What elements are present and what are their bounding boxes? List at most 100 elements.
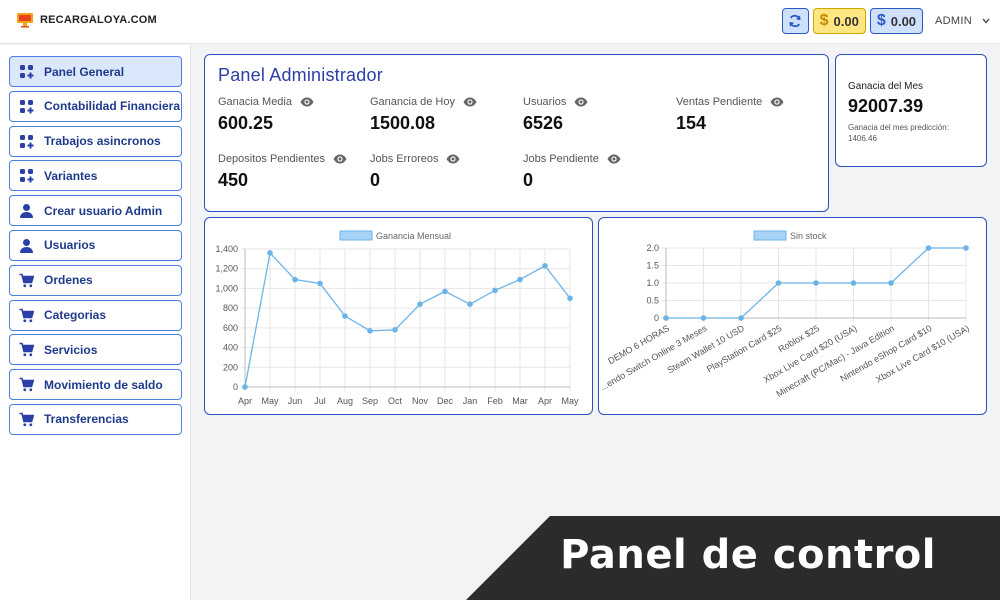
stat-label-text: Ganancia de Hoy	[370, 96, 455, 108]
stat-depositos-pendientes: Depositos Pendientes 450	[218, 153, 368, 191]
legend-label: Ganancia Mensual	[376, 231, 451, 241]
data-point	[888, 280, 894, 286]
x-tick-label: May	[561, 396, 579, 406]
x-tick-label: Sep	[362, 396, 378, 406]
logo-icon	[17, 13, 33, 28]
x-tick-label: Oct	[388, 396, 403, 406]
grid-plus-icon	[19, 168, 34, 183]
balance-amount: 0.00	[890, 13, 917, 29]
stat-value: 154	[676, 113, 707, 133]
sidebar-item-usuarios[interactable]: Usuarios	[9, 229, 182, 261]
stat-label: Jobs Erroreos	[370, 153, 520, 165]
sidebar-item-crear-usuario-admin[interactable]: Crear usuario Admin	[9, 195, 182, 227]
brand-logo[interactable]: RECARGALOYA.COM	[16, 12, 157, 28]
cart-icon	[19, 412, 34, 427]
data-point	[963, 245, 969, 251]
sidebar-item-contabilidad-financiera[interactable]: Contabilidad Financiera	[9, 90, 182, 122]
stat-label-text: Jobs Erroreos	[370, 153, 439, 165]
sidebar-item-label: Ordenes	[44, 273, 93, 288]
legend-label: Sin stock	[790, 231, 827, 241]
sidebar-item-label: Usuarios	[44, 238, 96, 253]
eye-icon[interactable]	[770, 97, 784, 107]
data-point	[417, 301, 423, 307]
legend-swatch	[753, 230, 787, 241]
y-tick-label: 2.0	[646, 243, 659, 253]
legend-swatch	[339, 230, 373, 241]
eye-icon[interactable]	[463, 97, 477, 107]
sidebar-item-panel-general[interactable]: Panel General	[9, 56, 182, 87]
y-tick-label: 200	[223, 362, 238, 372]
data-point	[317, 280, 323, 287]
sidebar-item-label: Panel General	[44, 64, 125, 79]
x-tick-label: Mar	[512, 396, 528, 406]
y-tick-label: 800	[223, 303, 238, 313]
data-point	[663, 315, 669, 321]
stat-value: 1500.08	[370, 113, 436, 133]
page-title: Panel Administrador	[218, 65, 383, 85]
eye-icon[interactable]	[333, 154, 347, 164]
stat-usuarios: Usuarios 6526	[523, 96, 673, 134]
data-point	[925, 245, 932, 251]
stat-label-text: Usuarios	[523, 96, 567, 108]
sidebar-item-label: Categorias	[44, 308, 107, 323]
data-point	[738, 315, 744, 321]
sidebar-item-label: Variantes	[44, 168, 98, 183]
balance-badge-primary[interactable]: $ 0.00	[812, 8, 866, 34]
sidebar-item-servicios[interactable]: Servicios	[9, 334, 182, 366]
data-point	[342, 313, 348, 319]
prediction-label: Ganacia del mes predicción:	[848, 123, 949, 132]
x-tick-label: Apr	[538, 396, 552, 406]
sidebar-item-ordenes[interactable]: Ordenes	[9, 264, 182, 296]
y-tick-label: 0.5	[646, 296, 659, 306]
data-point	[242, 384, 248, 390]
refresh-icon	[789, 14, 801, 28]
eye-icon[interactable]	[607, 154, 621, 164]
user-icon	[19, 203, 34, 219]
data-point	[813, 280, 819, 286]
stat-jobs-erroreos: Jobs Erroreos 0	[370, 153, 520, 191]
stat-ventas-pendiente: Ventas Pendiente 154	[676, 96, 826, 134]
stat-label: Depositos Pendientes	[218, 153, 368, 165]
monthly-earnings-card: Ganacia del Mes 92007.39 Ganacia del mes…	[835, 54, 987, 167]
stat-label: Ventas Pendiente	[676, 96, 826, 108]
data-point	[442, 288, 448, 295]
balance-badge-secondary[interactable]: $ 0.00	[869, 8, 924, 34]
x-tick-label: Jul	[314, 396, 326, 406]
user-name: ADMIN	[935, 15, 972, 27]
sidebar-item-label: Contabilidad Financiera	[44, 99, 181, 114]
data-point	[367, 328, 373, 334]
monthly-profit-chart-svg: Ganancia Mensual 0 200 400 600 800 1,000 1,200 1…	[215, 230, 579, 406]
sidebar-item-variantes[interactable]: Variantes	[9, 160, 182, 192]
y-tick-label: 1.5	[646, 261, 659, 271]
cart-icon	[19, 342, 34, 357]
top-bar: RECARGALOYA.COM $ 0.00 $ 0.00 ADMIN	[0, 0, 1000, 44]
balance-amount: 0.00	[833, 13, 859, 29]
stat-value: 6526	[523, 113, 564, 133]
sidebar-item-transferencias[interactable]: Transferencias	[9, 403, 182, 435]
x-tick-label: Jan	[463, 396, 478, 406]
user-menu[interactable]: ADMIN	[935, 15, 990, 27]
sidebar-item-label: Trabajos asincronos	[44, 134, 161, 149]
stat-label-text: Ganacia Media	[218, 96, 292, 108]
monthly-earnings-title: Ganacia del Mes	[848, 81, 924, 92]
sidebar-item-trabajos-asincronos[interactable]: Trabajos asincronos	[9, 125, 182, 157]
top-actions: $ 0.00 $ 0.00 ADMIN	[781, 8, 990, 34]
x-tick-label: Aug	[337, 396, 353, 406]
prediction-value: 1406.46	[848, 134, 877, 143]
data-point	[292, 276, 298, 283]
refresh-button[interactable]	[781, 8, 809, 34]
stat-label: Jobs Pendiente	[523, 153, 673, 165]
eye-icon[interactable]	[446, 154, 460, 164]
eye-icon[interactable]	[574, 97, 588, 107]
sidebar-item-label: Servicios	[44, 342, 98, 357]
y-tick-label: 0	[233, 382, 238, 392]
brand-name: RECARGALOYA.COM	[40, 14, 157, 26]
eye-icon[interactable]	[300, 97, 314, 107]
sidebar-item-movimiento-de-saldo[interactable]: Movimiento de saldo	[9, 369, 182, 401]
admin-panel-card: Panel Administrador Ganacia Media 600.25 G…	[204, 54, 829, 212]
sidebar-item-categorias[interactable]: Categorias	[9, 299, 182, 331]
y-tick-label: 1.0	[646, 278, 659, 288]
grid-plus-icon	[19, 64, 34, 79]
data-point	[392, 327, 398, 333]
stat-value: 600.25	[218, 113, 274, 133]
